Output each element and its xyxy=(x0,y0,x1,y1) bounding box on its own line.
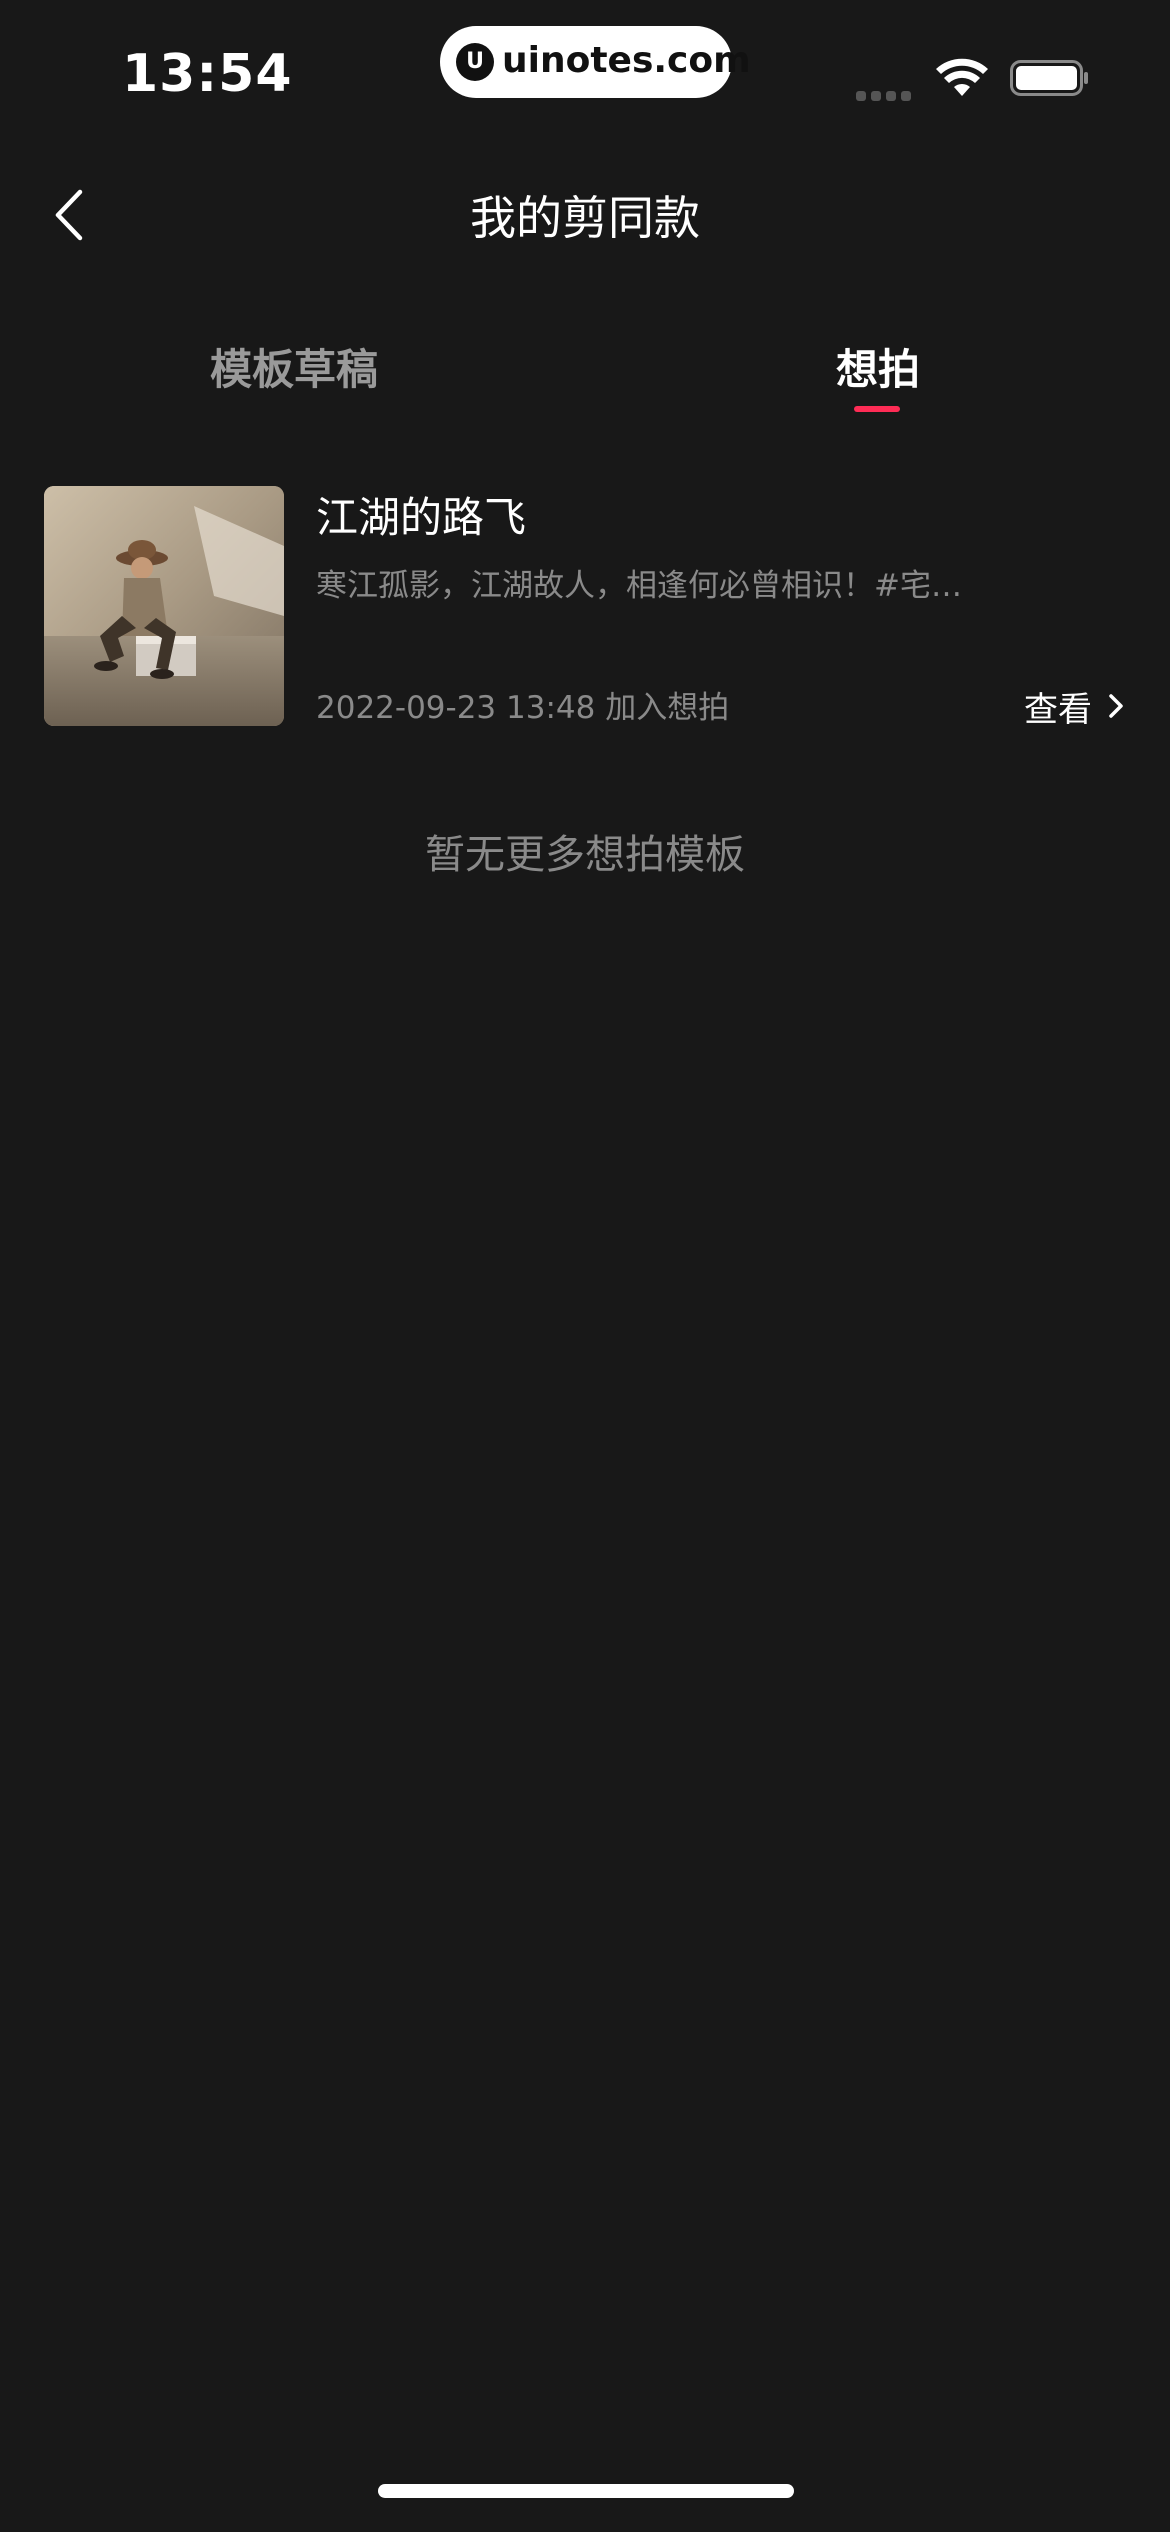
item-added-date: 2022-09-23 13:48 加入想拍 xyxy=(316,690,730,726)
home-indicator[interactable] xyxy=(378,2484,794,2498)
battery-icon xyxy=(1010,60,1088,96)
empty-state-message: 暂无更多想拍模板 xyxy=(425,832,745,878)
view-button[interactable]: 查看 xyxy=(1024,684,1126,730)
active-tab-indicator xyxy=(854,406,900,412)
wifi-icon xyxy=(936,58,988,96)
item-title[interactable]: 江湖的路飞 xyxy=(316,484,526,545)
view-button-label: 查看 xyxy=(1024,689,1092,730)
watermark-badge: U uinotes.com xyxy=(440,26,751,98)
tab-template-drafts[interactable]: 模板草稿 xyxy=(210,336,378,397)
tab-want-to-shoot[interactable]: 想拍 xyxy=(836,336,920,397)
item-description: 寒江孤影，江湖故人，相逢何必曾相识！#宅… xyxy=(316,568,962,604)
status-bar: 13:54 U uinotes.com xyxy=(0,0,1170,140)
template-thumbnail[interactable] xyxy=(44,486,284,726)
chevron-right-icon xyxy=(1109,694,1123,718)
watermark-logo-icon: U xyxy=(456,43,494,81)
signal-icon xyxy=(856,86,916,101)
page-title: 我的剪同款 xyxy=(470,191,700,245)
status-time: 13:54 xyxy=(122,44,293,104)
watermark-text: uinotes.com xyxy=(502,40,751,81)
thumbnail-image xyxy=(44,486,284,726)
list-item[interactable]: 江湖的路飞 寒江孤影，江湖故人，相逢何必曾相识！#宅… 2022-09-23 1… xyxy=(44,484,1126,730)
